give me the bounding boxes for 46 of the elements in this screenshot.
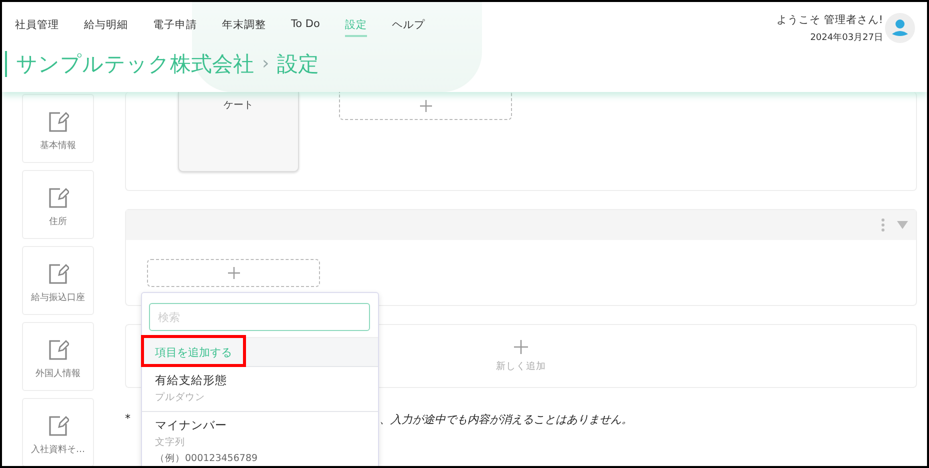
welcome-text: ようこそ 管理者さん! (776, 13, 883, 27)
field-option[interactable]: マイナンバー 文字列 （例）000123456789 (142, 412, 378, 466)
sidebar-item[interactable]: 基本情報 (22, 94, 94, 163)
collapse-icon (897, 221, 908, 229)
nav-tab[interactable]: ヘルプ (392, 16, 425, 37)
company-name: サンプルテック株式会社 (16, 51, 254, 77)
note-text: * (125, 412, 130, 427)
sidebar-item[interactable]: 外国人情報 (22, 322, 94, 391)
option-type: 文字列 (155, 436, 186, 449)
nav-tab[interactable]: 社員管理 (15, 16, 59, 37)
option-name: 有給支給形態 (155, 373, 228, 388)
field-option[interactable]: 有給支給形態 プルダウン (142, 367, 378, 412)
add-item-label: 項目を追加する (155, 344, 232, 360)
page-title: 設定 (277, 51, 320, 77)
avatar-icon (885, 13, 915, 43)
nav-tab[interactable]: 電子申請 (153, 16, 197, 37)
sidebar-label: 給与振込口座 (31, 292, 85, 304)
date-text: 2024年03月27日 (809, 32, 883, 44)
sidebar-label: 外国人情報 (36, 368, 80, 380)
sidebar-item[interactable]: 給与振込口座 (22, 246, 94, 315)
breadcrumb-separator: › (262, 52, 270, 76)
more-icon (881, 218, 885, 232)
edit-icon (47, 187, 69, 209)
option-name: マイナンバー (155, 418, 228, 433)
nav-tab[interactable]: To Do (291, 16, 320, 37)
plus-icon (420, 100, 432, 112)
field-tile[interactable]: ケート (178, 92, 299, 172)
option-example: （例）000123456789 (155, 452, 259, 465)
sidebar-label: 基本情報 (40, 140, 76, 152)
sidebar-label: 入社資料そ… (31, 444, 85, 456)
plus-icon (228, 267, 240, 279)
option-type: プルダウン (155, 391, 206, 404)
sidebar-label: 住所 (49, 216, 67, 228)
nav-tab[interactable]: 給与明細 (84, 16, 128, 37)
edit-icon (47, 339, 69, 361)
sidebar-item[interactable]: 住所 (22, 170, 94, 239)
add-new-label: 新しく追加 (496, 360, 546, 372)
edit-icon (47, 415, 69, 437)
edit-icon (47, 111, 69, 133)
add-field-button[interactable] (339, 92, 512, 120)
nav-tab[interactable]: 年末調整 (222, 16, 266, 37)
note-text: 、入力が途中でも内容が消えることはありません。 (380, 412, 632, 427)
sidebar-item[interactable]: 入社資料そ… (22, 398, 94, 466)
edit-icon (47, 263, 69, 285)
add-field-button[interactable] (147, 259, 320, 287)
plus-icon (514, 340, 528, 354)
